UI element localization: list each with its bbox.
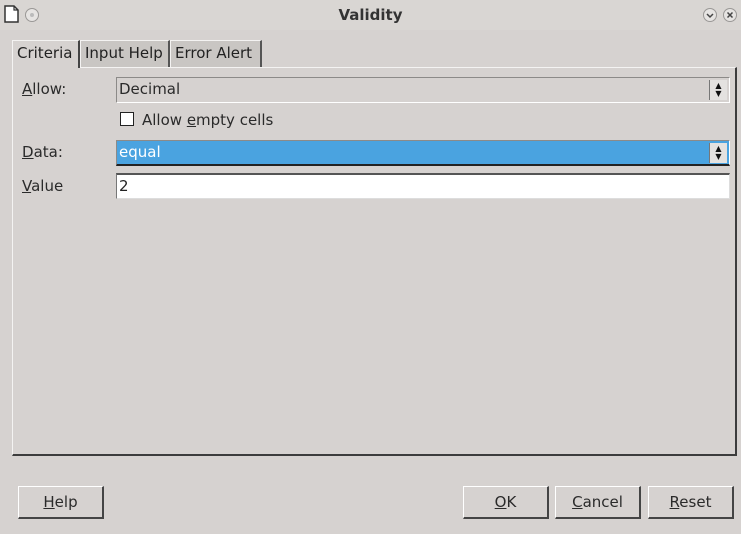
title-bar: Validity — [0, 0, 741, 30]
help-button[interactable]: Help — [18, 486, 104, 519]
allow-select[interactable]: Decimal ▲ ▼ — [116, 77, 730, 103]
tab-error-alert-label: Error Alert — [175, 44, 253, 62]
window-title: Validity — [338, 6, 403, 24]
cancel-button[interactable]: Cancel — [555, 486, 641, 519]
allow-label: Allow: — [22, 80, 67, 98]
value-label: Value — [22, 177, 64, 195]
tab-input-help-label: Input Help — [85, 44, 163, 62]
tab-error-alert[interactable]: Error Alert — [170, 40, 262, 67]
value-input[interactable]: 2 — [116, 173, 730, 199]
tab-criteria-label: Criteria — [17, 44, 73, 62]
minimize-icon[interactable] — [702, 7, 718, 27]
allow-empty-checkbox[interactable] — [120, 112, 134, 126]
spin-arrows-icon[interactable]: ▲ ▼ — [709, 143, 727, 163]
data-select[interactable]: equal ▲ ▼ — [116, 140, 730, 166]
tab-input-help[interactable]: Input Help — [80, 40, 170, 67]
data-label: Data: — [22, 143, 63, 161]
allow-empty-checkbox-row[interactable]: Allow empty cells — [120, 111, 273, 129]
data-select-value: equal — [119, 143, 161, 161]
allow-empty-label: Allow empty cells — [142, 111, 274, 129]
tab-criteria[interactable]: Criteria — [12, 40, 80, 68]
spin-arrows-icon[interactable]: ▲ ▼ — [709, 80, 727, 100]
allow-select-value: Decimal — [119, 80, 181, 98]
close-icon[interactable] — [722, 7, 738, 27]
reset-button[interactable]: Reset — [648, 486, 734, 519]
ok-button[interactable]: OK — [463, 486, 549, 519]
